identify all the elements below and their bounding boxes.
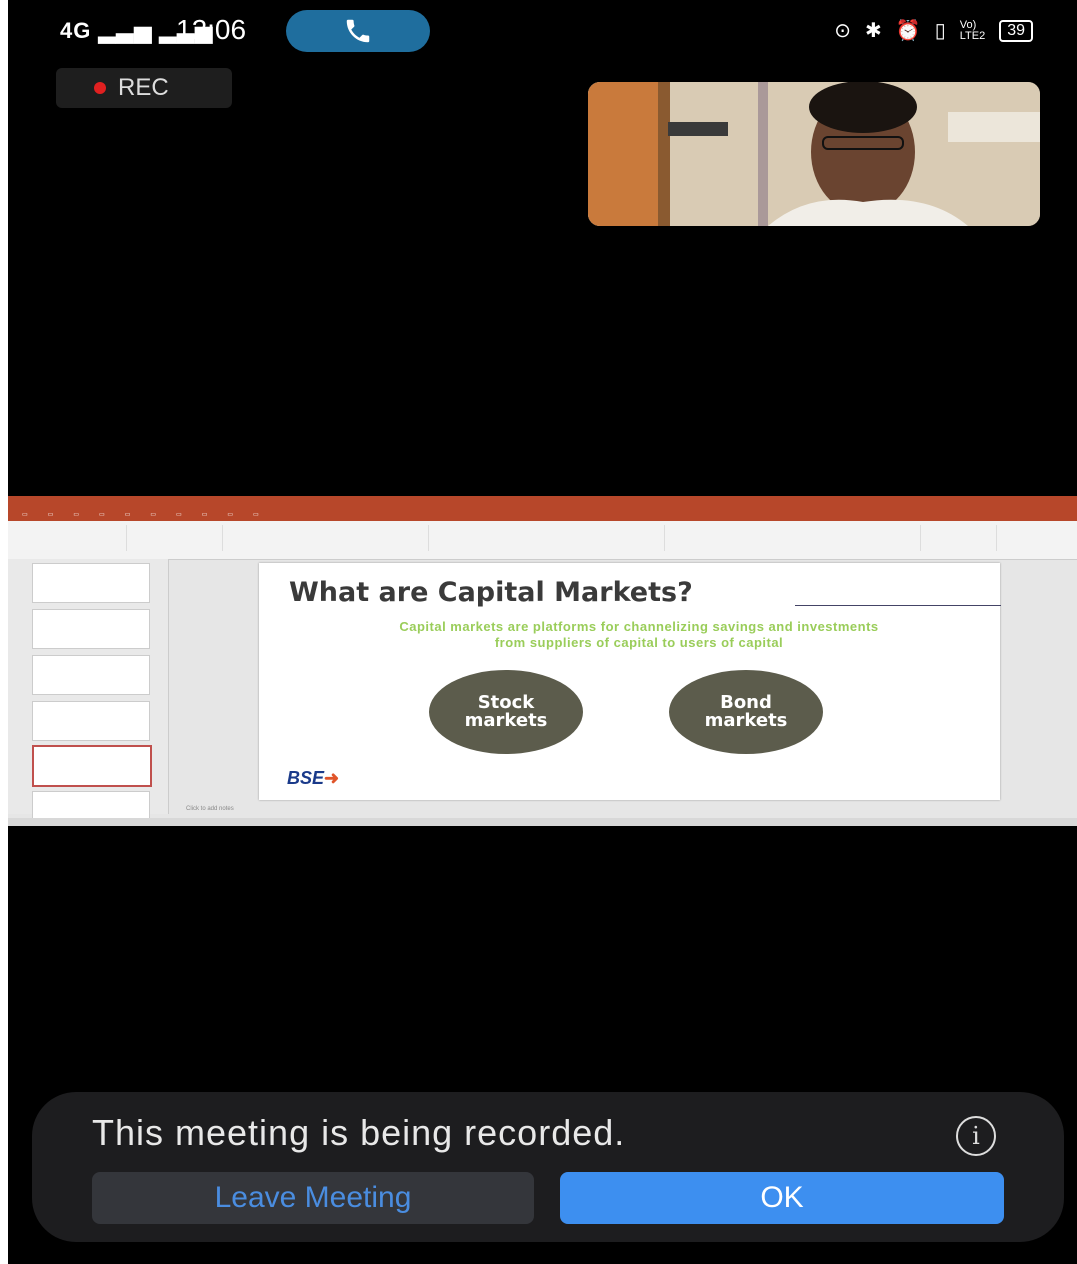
ppt-tab: ▭	[150, 512, 157, 518]
battery-icon: 39	[999, 19, 1033, 42]
ribbon-group-slides	[132, 525, 223, 551]
recording-consent-dialog: This meeting is being recorded. i Leave …	[32, 1092, 1064, 1242]
ppt-tab: ▭	[253, 512, 259, 518]
ribbon-group-font	[228, 525, 429, 551]
ribbon-group-drawing	[670, 525, 921, 551]
circle-label: Stock markets	[464, 692, 548, 731]
ppt-tab: ▭	[22, 512, 28, 518]
record-dot-icon	[94, 82, 106, 94]
ppt-tab: ▭	[47, 512, 54, 518]
slide-heading: What are Capital Markets?	[289, 577, 693, 608]
slide-thumbnails	[8, 559, 169, 826]
clock: 12:06	[176, 14, 247, 45]
bse-logo: BSE➜	[287, 768, 340, 788]
ppt-titlebar	[8, 496, 1077, 510]
slide-subtitle-line: from suppliers of capital to users of ca…	[494, 635, 784, 650]
status-bar: 4G ▂▃▅ ▂▃▅ 12:06 ⊙ ✱ ⏰ ▯ Vo) LTE2 39	[8, 0, 1077, 60]
volte-icon: Vo) LTE2	[959, 18, 986, 42]
vibrate-icon: ▯	[934, 20, 946, 42]
ongoing-call-pill[interactable]	[286, 10, 430, 52]
ribbon-group-clipboard	[16, 525, 127, 551]
notes-placeholder: Click to add notes	[186, 806, 234, 812]
circle-label: Bond markets	[704, 692, 788, 731]
ok-button[interactable]: OK	[560, 1172, 1004, 1224]
ppt-tab: ▭	[227, 512, 234, 518]
recording-indicator: REC	[56, 68, 232, 108]
slide-thumbnail[interactable]	[32, 701, 150, 741]
ppt-tab: ▭	[124, 512, 131, 518]
ppt-tab: ▭	[176, 512, 182, 518]
status-icons: ⊙ ✱ ⏰ ▯ Vo) LTE2 39	[834, 18, 1033, 43]
bond-markets-circle: Bond markets	[669, 670, 823, 754]
slide-thumbnail[interactable]	[32, 655, 150, 695]
ppt-tab: ▭	[73, 512, 80, 518]
shared-screen-powerpoint: ▭ ▭ ▭ ▭ ▭ ▭ ▭ ▭ ▭ ▭ What are Capital Markets? Cap…	[8, 496, 1077, 826]
location-icon: ⊙	[834, 20, 852, 42]
ppt-tab: ▭	[99, 512, 105, 518]
info-icon[interactable]: i	[956, 1116, 996, 1156]
slide-thumbnail[interactable]	[32, 563, 150, 603]
meeting-screen: 4G ▂▃▅ ▂▃▅ 12:06 ⊙ ✱ ⏰ ▯ Vo)LTE2 39 REC	[8, 0, 1077, 1264]
slide-thumbnail-selected[interactable]	[32, 745, 152, 787]
slide-subtitle: Capital markets are platforms for channe…	[279, 619, 999, 651]
participant-video[interactable]	[588, 82, 1040, 226]
current-slide: What are Capital Markets? Capital market…	[259, 563, 1001, 800]
phone-icon	[346, 19, 370, 43]
ppt-status-bar	[8, 818, 1077, 826]
alarm-icon: ⏰	[895, 20, 921, 42]
ribbon-group-editing	[926, 525, 997, 551]
bluetooth-icon: ✱	[865, 20, 882, 42]
slide-subtitle-line: Capital markets are platforms for channe…	[399, 619, 879, 634]
dialog-message: This meeting is being recorded.	[92, 1112, 626, 1153]
slide-thumbnail[interactable]	[32, 609, 150, 649]
leave-meeting-button[interactable]: Leave Meeting	[92, 1172, 534, 1224]
heading-underline	[795, 605, 1001, 606]
network-type: 4G	[60, 18, 92, 43]
stock-markets-circle: Stock markets	[429, 670, 583, 754]
ppt-ribbon-tabs: ▭ ▭ ▭ ▭ ▭ ▭ ▭ ▭ ▭ ▭	[8, 510, 1077, 521]
ribbon-group-paragraph	[434, 525, 665, 551]
ppt-ribbon	[8, 521, 1077, 560]
recording-label: REC	[118, 74, 169, 101]
participant-video-image	[588, 82, 1040, 226]
bse-logo-text: BSE	[287, 768, 325, 788]
battery-level: 39	[1007, 21, 1025, 39]
ppt-tab: ▭	[201, 512, 208, 518]
